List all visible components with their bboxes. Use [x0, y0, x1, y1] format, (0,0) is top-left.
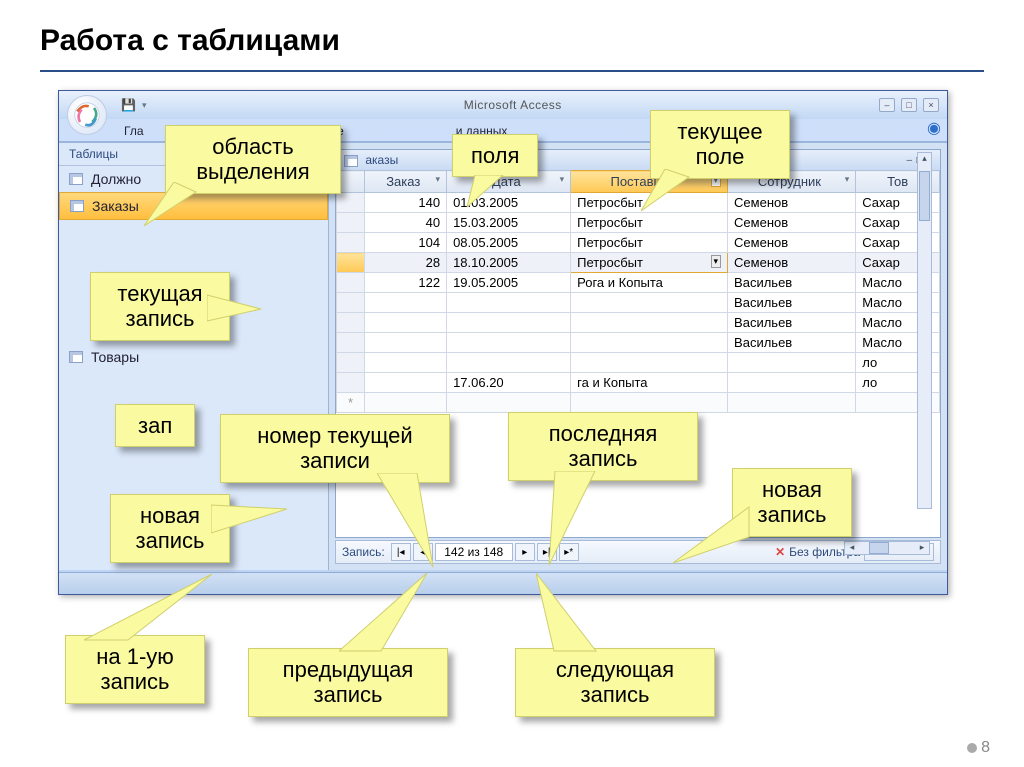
titlebar: 💾 ▾ Microsoft Access – □ ×: [59, 91, 947, 119]
table-row[interactable]: 4015.03.2005ПетросбытСеменовСахар: [337, 213, 940, 233]
slide-title: Работа с таблицами: [40, 24, 984, 58]
callout-current-number: номер текущей записи: [220, 414, 450, 483]
table-row[interactable]: 17.06.20га и Копытало: [337, 373, 940, 393]
nav-item-label: Товары: [91, 349, 139, 365]
nav-header-label: Таблицы: [69, 147, 118, 161]
scroll-up-icon[interactable]: ▴: [918, 153, 931, 167]
callout-prev-record: предыдущая запись: [248, 648, 448, 717]
new-record-row[interactable]: *: [337, 393, 940, 413]
table-row[interactable]: ло: [337, 353, 940, 373]
callout-new-record-left: новая запись: [110, 494, 230, 563]
callout-record-partial: зап: [115, 404, 195, 447]
col-order[interactable]: Заказ▾: [365, 171, 447, 193]
callout-new-record-right: новая запись: [732, 468, 852, 537]
callout-current-field: текущее поле: [650, 110, 790, 179]
table-row[interactable]: 12219.05.2005Рога и КопытаВасильевМасло: [337, 273, 940, 293]
table-row[interactable]: 2818.10.2005Петросбыт▾СеменовСахар: [337, 253, 940, 273]
callout-current-record: текущая запись: [90, 272, 230, 341]
callout-next-record: следующая запись: [515, 648, 715, 717]
page-number: 8: [967, 739, 990, 757]
table-icon: [70, 200, 84, 212]
pointer-icon: [673, 505, 751, 565]
help-icon[interactable]: ◉: [917, 115, 947, 141]
table-row[interactable]: ВасильевМасло: [337, 333, 940, 353]
pointer-icon: [467, 175, 507, 209]
pointer-icon: [84, 572, 214, 642]
record-position-input[interactable]: [435, 543, 513, 561]
table-row[interactable]: 14001.03.2005ПетросбытСеменовСахар: [337, 193, 940, 213]
pointer-icon: [211, 503, 289, 541]
subwindow-title: аказы: [365, 153, 398, 167]
nav-item-label: Заказы: [92, 198, 139, 214]
column-headers[interactable]: Заказ▾ Дата▾ Поставщик▾ Сотрудник▾ Тов: [337, 171, 940, 193]
office-logo-icon: [73, 101, 101, 129]
scroll-thumb[interactable]: [869, 542, 889, 554]
pointer-icon: [536, 571, 606, 653]
divider: [40, 70, 984, 72]
filter-off-icon[interactable]: ✕: [775, 545, 785, 559]
nav-item-label: Должно: [91, 171, 141, 187]
pointer-icon: [339, 571, 429, 653]
minimize-button[interactable]: –: [879, 98, 895, 112]
ribbon-tab-home[interactable]: Гла: [114, 121, 154, 141]
callout-first-record: на 1-ую запись: [65, 635, 205, 704]
pointer-icon: [207, 291, 263, 327]
vertical-scrollbar[interactable]: ▴: [917, 152, 932, 509]
pointer-icon: [545, 471, 603, 567]
scroll-thumb[interactable]: [919, 171, 930, 221]
table-icon: [69, 351, 83, 363]
qat-save-icon[interactable]: 💾: [121, 98, 136, 112]
table-row[interactable]: ВасильевМасло: [337, 313, 940, 333]
callout-fields: поля: [452, 134, 538, 177]
callout-selection-area: область выделения: [165, 125, 341, 194]
office-button[interactable]: [67, 95, 107, 135]
next-record-button[interactable]: ▸: [515, 543, 535, 561]
pointer-icon: [377, 473, 437, 569]
nav-item-goods[interactable]: Товары: [59, 344, 328, 370]
table-row[interactable]: 10408.05.2005ПетросбытСеменовСахар: [337, 233, 940, 253]
callout-last-record: последняя запись: [508, 412, 698, 481]
maximize-button[interactable]: □: [901, 98, 917, 112]
scroll-left-icon[interactable]: ◂: [845, 542, 859, 554]
bullet-icon: [967, 743, 977, 753]
sub-minimize-button[interactable]: –: [907, 155, 913, 166]
table-icon: [344, 155, 358, 167]
pointer-icon: [641, 169, 691, 213]
horizontal-scrollbar[interactable]: ◂ ▸: [844, 541, 930, 555]
scroll-right-icon[interactable]: ▸: [915, 542, 929, 554]
table-icon: [69, 173, 83, 185]
pointer-icon: [144, 182, 198, 228]
table-row[interactable]: ВасильевМасло: [337, 293, 940, 313]
close-button[interactable]: ×: [923, 98, 939, 112]
